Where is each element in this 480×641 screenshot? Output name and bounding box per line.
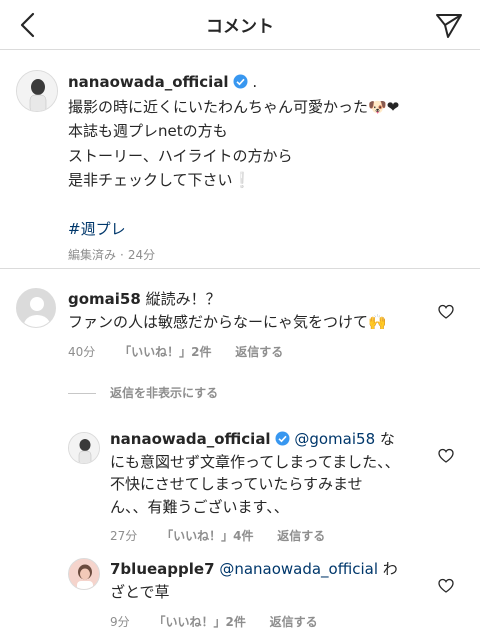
reply-text: ん、、有難うございます、、 xyxy=(110,497,289,516)
reply-time: 27分 xyxy=(110,529,138,543)
default-avatar-icon xyxy=(17,289,55,327)
reply-text: 不快にさせてしまっていたらすみませ xyxy=(110,475,363,493)
avatar-image xyxy=(69,559,99,589)
meta-separator: · xyxy=(120,248,124,262)
reply-username[interactable]: nanaowada_official xyxy=(110,430,271,448)
avatar[interactable] xyxy=(68,432,100,464)
reply-text: わ xyxy=(382,560,398,578)
hide-replies-button[interactable]: 返信を非表示にする xyxy=(68,384,218,401)
comment: gomai58 縦読み！？ ファンの人は敏感だからなーにゃ気をつけて🙌 40分 … xyxy=(68,288,428,364)
caption-line-2: 本誌も週プレnetの方も xyxy=(68,122,228,140)
caption-line-1: 撮影の時に近くにいたわんちゃん可愛かった🐶❤ xyxy=(68,97,400,116)
reply-button[interactable]: 返信する xyxy=(235,345,283,359)
post-caption: nanaowada_official . 撮影の時に近くにいたわんちゃん可愛かっ… xyxy=(68,70,468,268)
comment-text: ファンの人は敏感だからなーにゃ気をつけて🙌 xyxy=(68,312,387,331)
verified-icon xyxy=(275,431,290,446)
share-icon[interactable] xyxy=(434,10,464,40)
caption-time: 24分 xyxy=(127,248,156,262)
reply-text: な xyxy=(379,430,395,448)
verified-icon xyxy=(233,74,248,89)
reply-text: にも意図せず文章作ってしまってました、、 xyxy=(110,452,400,471)
reply-text: ざとで草 xyxy=(110,582,170,601)
avatar[interactable] xyxy=(16,288,56,328)
like-count[interactable]: 「いいね！」2件 xyxy=(153,615,245,629)
avatar-image xyxy=(69,433,99,463)
comment-text: 縦読み！？ xyxy=(145,290,221,308)
heart-icon[interactable] xyxy=(438,578,454,594)
avatar-image xyxy=(17,71,57,111)
reply-comment: nanaowada_official @gomai58 な にも意図せず文章作っ… xyxy=(110,428,430,548)
like-count[interactable]: 「いいね！」2件 xyxy=(119,345,211,359)
reply-button[interactable]: 返信する xyxy=(270,615,318,629)
comment-time: 40分 xyxy=(68,345,96,359)
heart-icon[interactable] xyxy=(438,304,454,320)
reply-time: 9分 xyxy=(110,615,130,629)
mention-link[interactable]: @gomai58 xyxy=(294,430,375,448)
reply-comment: 7blueapple7 @nanaowada_official わ ざとで草 9… xyxy=(110,558,430,634)
edited-label: 編集済み xyxy=(68,248,117,262)
page-title: コメント xyxy=(206,17,274,37)
avatar[interactable] xyxy=(16,70,58,112)
comment-username[interactable]: gomai58 xyxy=(68,290,141,308)
caption-line-4: 是非チェックして下さい❕ xyxy=(68,171,252,189)
caption-suffix: . xyxy=(252,73,258,91)
mention-link[interactable]: @nanaowada_official xyxy=(219,560,378,578)
reply-username[interactable]: 7blueapple7 xyxy=(110,560,215,578)
top-bar: コメント xyxy=(0,0,480,50)
caption-username[interactable]: nanaowada_official xyxy=(68,73,229,91)
reply-button[interactable]: 返信する xyxy=(277,529,325,543)
caption-divider xyxy=(0,268,480,269)
caption-hashtag[interactable]: #週プレ xyxy=(68,217,468,242)
caption-line-3: ストーリー、ハイライトの方から xyxy=(68,146,293,165)
heart-icon[interactable] xyxy=(438,448,454,464)
avatar[interactable] xyxy=(68,558,100,590)
like-count[interactable]: 「いいね！」4件 xyxy=(161,529,253,543)
